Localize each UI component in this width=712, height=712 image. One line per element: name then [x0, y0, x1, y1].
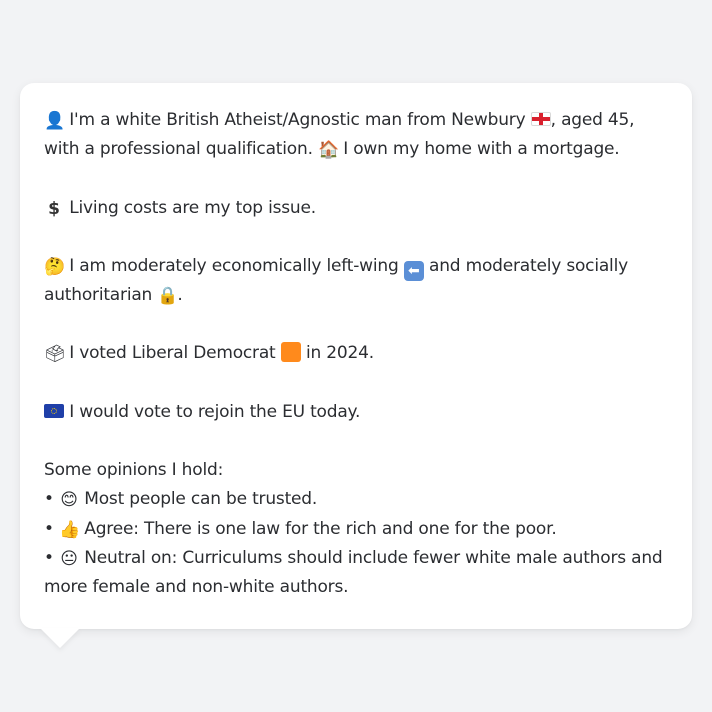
dollar-sign-icon: $ — [48, 198, 60, 219]
left-arrow-icon: ⬅ — [403, 260, 424, 281]
vote-line: 🗳 I voted Liberal Democrat in 2024. — [44, 339, 668, 368]
ballot-box-icon: 🗳 — [44, 344, 66, 365]
bullet: • — [44, 489, 54, 510]
orange-square-icon — [280, 342, 301, 363]
eu-text: I would vote to rejoin the EU today. — [69, 401, 361, 422]
england-flag-icon — [530, 112, 551, 126]
thumbs-up-icon: 👍 — [59, 519, 81, 540]
list-item: • 👍 Agree: There is one law for the rich… — [44, 515, 668, 544]
political-text-c: . — [177, 285, 183, 306]
opinion-text: Agree: There is one law for the rich and… — [84, 518, 557, 539]
political-position-line: 🤔 I am moderately economically left-wing… — [44, 252, 668, 311]
vote-text-b: in 2024. — [305, 343, 374, 364]
vote-text-a: I voted Liberal Democrat — [69, 343, 276, 364]
top-issue-text: Living costs are my top issue. — [69, 197, 316, 218]
neutral-face-icon: 😐 — [60, 548, 78, 569]
opinion-text: Most people can be trusted. — [84, 489, 318, 510]
eu-line: I would vote to rejoin the EU today. — [44, 398, 668, 427]
top-issue-line: $ Living costs are my top issue. — [44, 194, 668, 223]
opinion-text: Neutral on: Curriculums should include f… — [44, 547, 663, 598]
identity-text-a: I'm a white British Atheist/Agnostic man… — [69, 110, 526, 130]
identity-text-c: I own my home with a mortgage. — [343, 139, 620, 160]
bullet: • — [44, 547, 54, 568]
thinking-face-icon: 🤔 — [44, 256, 65, 277]
lock-icon: 🔒 — [157, 286, 179, 307]
identity-line: 👤 I'm a white British Atheist/Agnostic m… — [44, 106, 668, 165]
message-text: 👤 I'm a white British Atheist/Agnostic m… — [44, 106, 668, 603]
smiling-face-icon: 😊 — [60, 490, 78, 511]
bullet: • — [44, 518, 54, 539]
eu-flag-icon — [44, 403, 64, 418]
message-bubble: 👤 I'm a white British Atheist/Agnostic m… — [20, 83, 692, 629]
bubble-tail — [40, 628, 80, 648]
list-item: • 😊 Most people can be trusted. — [44, 485, 668, 514]
list-item: • 😐 Neutral on: Curriculums should inclu… — [44, 544, 668, 603]
political-text-a: I am moderately economically left-wing — [69, 255, 399, 276]
opinions-heading: Some opinions I hold: — [44, 460, 224, 481]
house-icon: 🏠 — [318, 140, 339, 161]
person-silhouette-icon: 👤 — [44, 111, 65, 131]
